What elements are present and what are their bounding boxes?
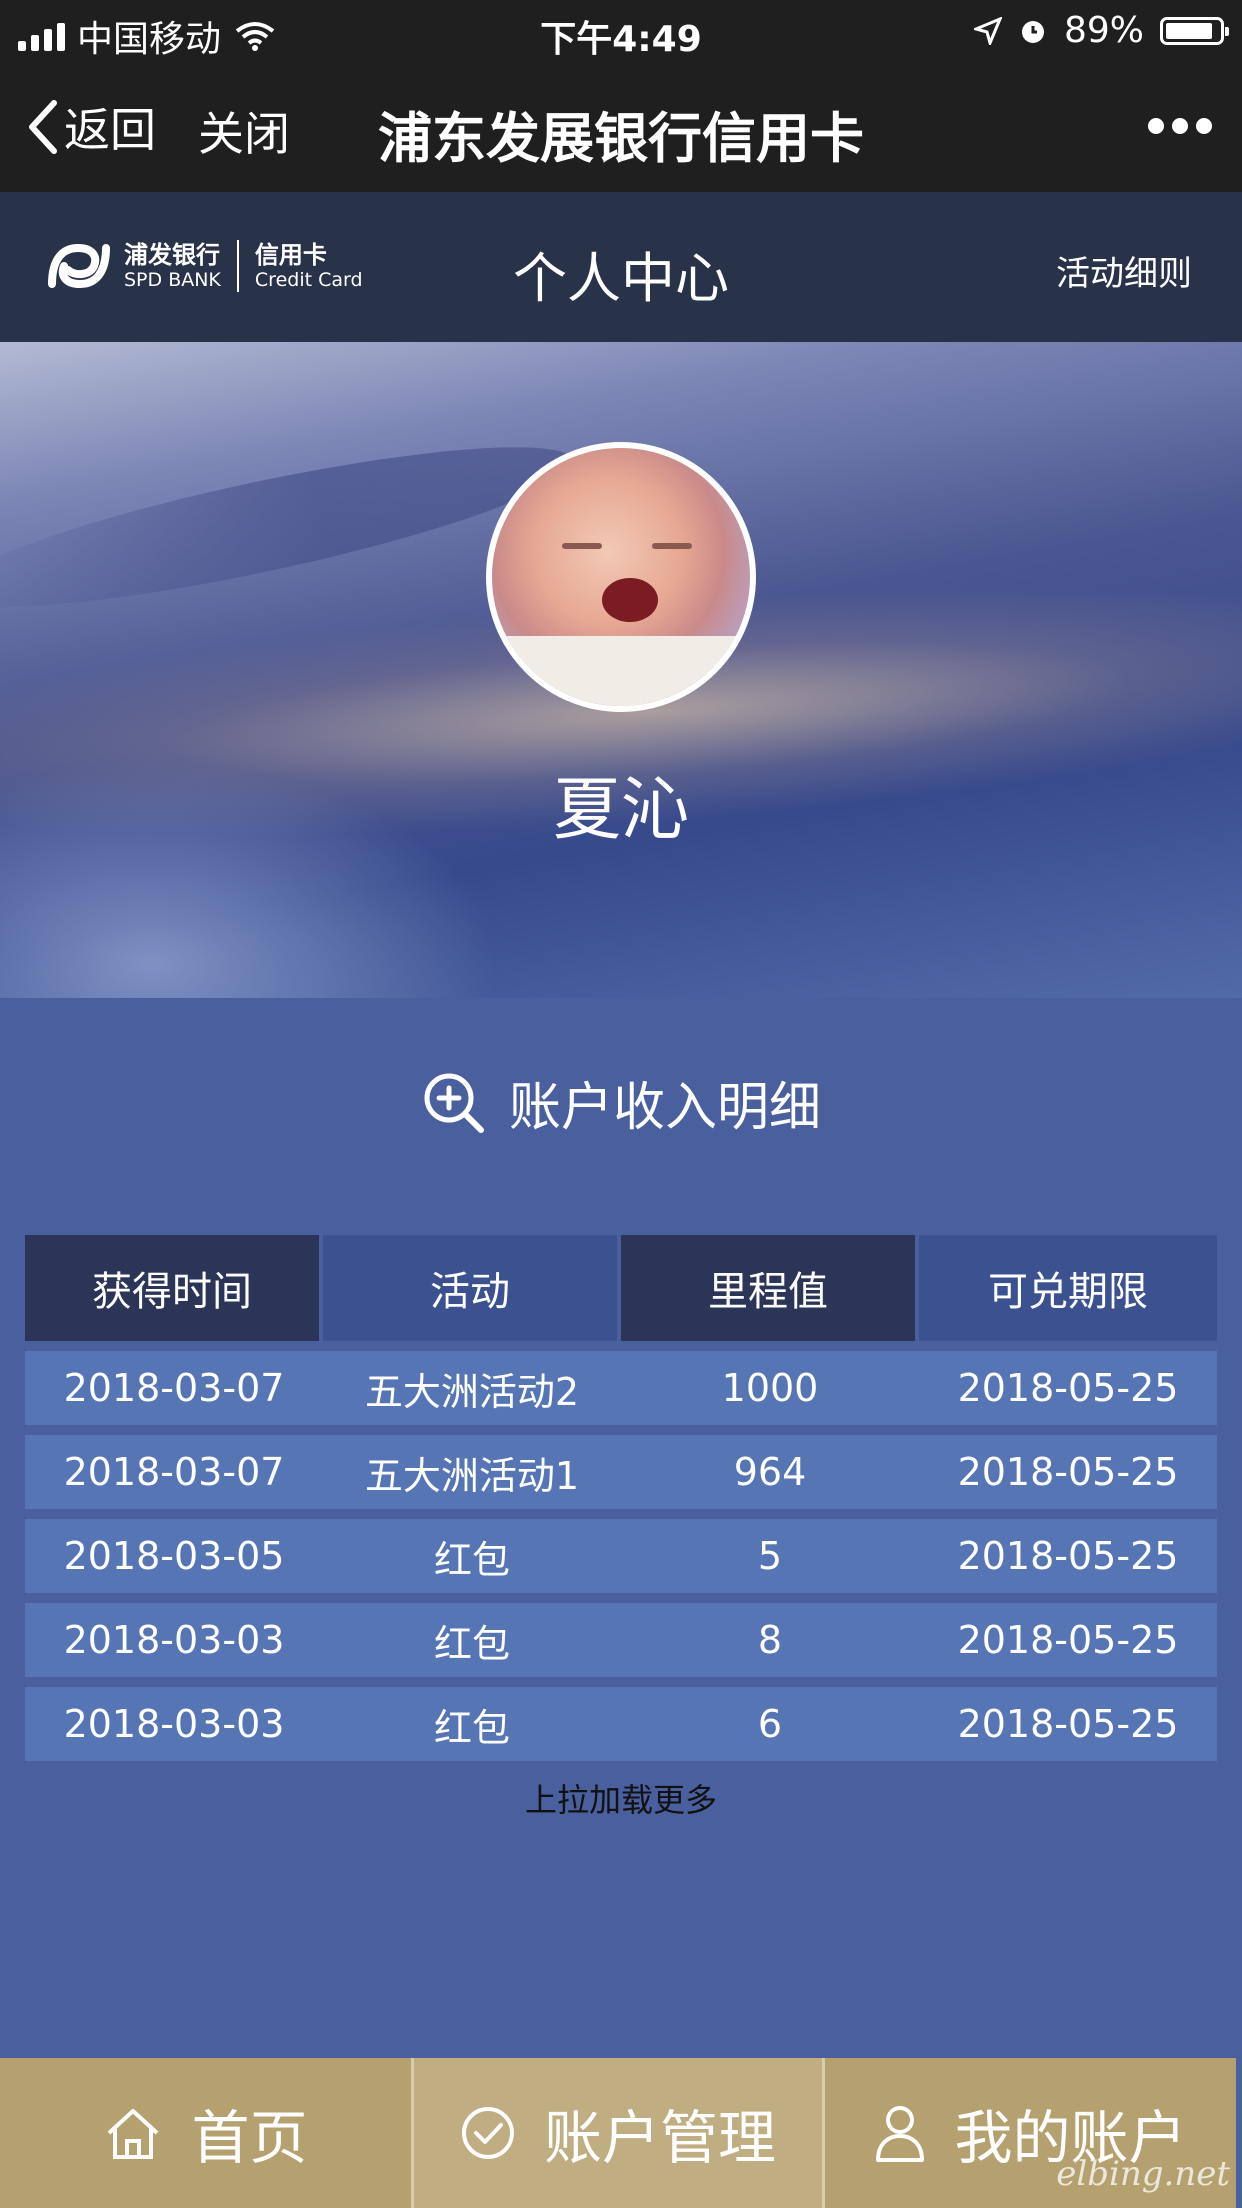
cell-activity: 红包	[433, 1537, 510, 1582]
alarm-icon	[1021, 20, 1044, 43]
cell-time: 2018-03-03	[63, 1618, 285, 1662]
table-header: 获得时间 活动 里程值 可兑期限	[25, 1235, 1217, 1341]
income-detail-title[interactable]: 账户收入明细	[0, 1065, 1242, 1140]
avatar[interactable]	[486, 442, 756, 712]
cell-time: 2018-03-07	[63, 1366, 285, 1410]
user-name: 夏沁	[552, 771, 689, 850]
app-header: 浦发银行 SPD BANK 信用卡 Credit Card 个人中心 活动细则	[0, 192, 1242, 342]
cell-expiry: 2018-05-25	[957, 1534, 1179, 1578]
cell-expiry: 2018-05-25	[957, 1450, 1179, 1494]
cell-expiry: 2018-05-25	[957, 1618, 1179, 1662]
profile-banner: 夏沁	[0, 342, 1242, 998]
income-title-label: 账户收入明细	[508, 1078, 821, 1138]
tab-account-management[interactable]: 账户管理	[414, 2058, 825, 2208]
table-row: 2018-03-05 红包 5 2018-05-25	[25, 1519, 1217, 1593]
dot-icon	[1196, 118, 1212, 134]
dot-icon	[1148, 118, 1164, 134]
battery-percent: 89%	[1063, 10, 1144, 51]
check-circle-icon	[461, 2107, 514, 2159]
table-row: 2018-03-07 五大洲活动2 1000 2018-05-25	[25, 1351, 1217, 1425]
cell-mileage: 5	[757, 1534, 783, 1578]
cell-mileage: 1000	[721, 1366, 819, 1410]
dot-icon	[1172, 118, 1188, 134]
status-bar: 中国移动 下午4:49 89%	[0, 0, 1242, 64]
tab-account-management-label: 账户管理	[543, 2104, 776, 2172]
activity-rules-link[interactable]: 活动细则	[1056, 246, 1192, 295]
cell-mileage: 964	[733, 1450, 807, 1494]
cell-time: 2018-03-03	[63, 1702, 285, 1746]
user-icon	[876, 2106, 925, 2162]
load-more-hint[interactable]: 上拉加载更多	[25, 1775, 1217, 1821]
cell-activity: 五大洲活动2	[364, 1369, 580, 1414]
battery-icon	[1160, 16, 1229, 45]
cell-time: 2018-03-05	[63, 1534, 285, 1578]
column-header-activity[interactable]: 活动	[323, 1235, 621, 1341]
tab-home-label: 首页	[191, 2104, 308, 2172]
cell-mileage: 8	[757, 1618, 783, 1662]
home-icon	[108, 2109, 159, 2159]
more-options-button[interactable]	[1148, 118, 1212, 134]
tab-home[interactable]: 首页	[0, 2058, 414, 2208]
income-table: 获得时间 活动 里程值 可兑期限 2018-03-07 五大洲活动2 1000 …	[25, 1235, 1217, 1821]
cell-activity: 红包	[433, 1705, 510, 1750]
cell-activity: 红包	[433, 1621, 510, 1666]
location-arrow-icon	[973, 16, 1002, 45]
bottom-tab-bar: 首页 账户管理 我的账户 elbing.net	[0, 2058, 1242, 2208]
column-header-time[interactable]: 获得时间	[25, 1235, 323, 1341]
cell-mileage: 6	[757, 1702, 783, 1746]
table-row: 2018-03-07 五大洲活动1 964 2018-05-25	[25, 1435, 1217, 1509]
cell-time: 2018-03-07	[63, 1450, 285, 1494]
nav-bar: 返回 关闭 浦东发展银行信用卡	[0, 64, 1242, 192]
table-row: 2018-03-03 红包 8 2018-05-25	[25, 1603, 1217, 1677]
cell-expiry: 2018-05-25	[957, 1702, 1179, 1746]
page-title: 浦东发展银行信用卡	[378, 107, 864, 170]
cell-activity: 五大洲活动1	[364, 1453, 580, 1498]
zoom-in-icon	[424, 1073, 484, 1133]
column-header-expiry[interactable]: 可兑期限	[919, 1235, 1217, 1341]
table-row: 2018-03-03 红包 6 2018-05-25	[25, 1687, 1217, 1761]
watermark: elbing.net	[1056, 2154, 1230, 2194]
cell-expiry: 2018-05-25	[957, 1366, 1179, 1410]
column-header-mileage[interactable]: 里程值	[621, 1235, 919, 1341]
